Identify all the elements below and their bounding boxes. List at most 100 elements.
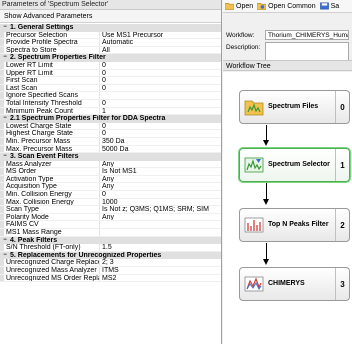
parameter-value[interactable] [100,229,221,236]
parameter-section-header: −4. Peak Filters [0,236,221,245]
parameter-value[interactable]: 0 [100,123,221,130]
workflow-label: Workflow: [226,32,255,39]
parameter-name: Scan Type [4,206,100,213]
parameter-value[interactable]: MS2 [100,275,221,282]
parameter-row: S/N Threshold (FT-only) 1.5 [0,244,221,252]
parameter-section-header: −1. General Settings [0,24,221,32]
parameter-value[interactable]: 1.5 [100,244,221,251]
parameter-row: Last Scan 0 [0,84,221,93]
node-label: CHIMERYS [268,280,305,287]
parameter-grid: −1. General Settings Precursor Selection U… [0,24,221,283]
parameter-value[interactable]: 0 [100,70,221,77]
parameter-value[interactable]: 5000 Da [100,146,221,153]
workflow-tree-title: Workflow Tree [223,60,352,71]
parameter-row: Precursor Selection Use MS1 Precursor [0,31,221,40]
workflow-node-chimerys[interactable]: CHIMERYS 3 [239,267,350,301]
parameter-value[interactable]: 1000 [100,199,221,206]
section-title: 1. General Settings [10,24,74,31]
connector-arrow [266,125,267,141]
parameter-name: Mass Analyzer [4,160,100,168]
parameter-name: Unrecognized MS Order Replacements [4,274,100,282]
open-folder-icon [225,3,234,10]
collapse-toggle-icon[interactable]: − [0,252,10,260]
parameter-row: Min. Precursor Mass 350 Da [0,137,221,146]
parameter-name: Unrecognized Charge Replacements [4,259,100,266]
parameter-name: Min. Collision Energy [4,191,100,198]
node-number: 0 [335,91,349,123]
workflow-tree-title-text: Workflow Tree [226,63,271,70]
parameter-name: Ignore Specified Scans [4,92,100,99]
parameter-name: Activation Type [4,175,100,183]
parameter-name: FAIMS CV [4,221,100,229]
open-button[interactable]: Open [225,2,253,10]
parameter-row: Spectra to Store All [0,46,221,55]
show-advanced-parameters-toggle[interactable]: Show Advanced Parameters [0,10,221,23]
parameter-value[interactable]: Automatic [100,39,221,46]
parameter-value[interactable]: 0 [100,191,221,198]
parameter-name: MS Order [4,168,100,175]
parameter-value[interactable]: 350 Da [100,138,221,145]
parameter-row: Unrecognized MS Order ReplacementsMS2 [0,274,221,283]
section-title: 3. Scan Event Filters [10,153,79,161]
parameter-value[interactable]: 0 [100,62,221,69]
spectrum-selector-icon [244,157,264,173]
open-common-button[interactable]: Open Common [257,2,316,10]
workflow-node-spectrum-files[interactable]: Spectrum Files 0 [239,90,350,124]
section-title: 2.1 Spectrum Properties Filter for DDA S… [10,115,166,123]
parameter-value[interactable]: Any [100,214,221,221]
save-button[interactable]: Sa [319,2,339,10]
parameter-value[interactable]: 1 [100,108,221,115]
parameter-row: Unrecognized Mass Analyzer ReplacementsI… [0,267,221,275]
parameter-row: Max. Collision Energy 1000 [0,198,221,207]
parameter-section-header: −3. Scan Event Filters [0,153,221,161]
parameter-value[interactable]: All [100,47,221,54]
parameter-value[interactable] [100,221,221,228]
parameter-name: Unrecognized Mass Analyzer Replacements [4,267,100,274]
parameter-value[interactable]: 0 [100,77,221,84]
parameter-row: Provide Profile Spectra Automatic [0,39,221,47]
parameter-value[interactable]: 2; 3 [100,259,221,266]
workflow-tree: Spectrum Files 0 Spectrum Selector 1 Top… [223,72,352,344]
open-common-label: Open Common [268,2,316,10]
parameter-value[interactable]: Any [100,176,221,183]
parameter-name: Last Scan [4,84,100,92]
workflow-node-top-n-peaks-filter[interactable]: Top N Peaks Filter 2 [239,208,350,242]
parameter-row: Scan Type Is Not z; Q3MS; Q1MS; SRM; SIM [0,206,221,214]
parameter-value[interactable]: 0 [100,85,221,92]
collapse-toggle-icon[interactable]: − [0,237,10,245]
parameter-name: MS1 Mass Range [4,229,100,236]
parameter-name: Lowest Charge State [4,122,100,130]
parameter-row: Lower RT Limit 0 [0,61,221,70]
parameter-row: Polarity Mode Any [0,213,221,222]
parameter-value[interactable]: Is Not z; Q3MS; Q1MS; SRM; SIM [100,206,221,213]
parameters-panel-title: Parameters of 'Spectrum Selector' [0,0,221,10]
workflow-node-spectrum-selector[interactable]: Spectrum Selector 1 [239,148,350,182]
connector-arrow [266,243,267,260]
description-label: Description: [226,44,261,51]
parameter-value[interactable]: Any [100,161,221,168]
parameter-section-header: −5. Replacements for Unrecognized Proper… [0,251,221,260]
parameter-value[interactable]: Use MS1 Precursor [100,32,221,39]
parameter-row: FAIMS CV [0,221,221,230]
parameter-value[interactable]: Is Not MS1 [100,168,221,175]
connector-arrow [266,183,267,200]
workflow-toolbar: Open Open Common Sa [223,0,352,13]
parameter-value[interactable]: Any [100,183,221,190]
collapse-toggle-icon[interactable]: − [0,54,10,62]
parameter-row: Unrecognized Charge Replacements2; 3 [0,259,221,267]
parameter-value[interactable]: ITMS [100,267,221,274]
section-title: 5. Replacements for Unrecognized Propert… [10,251,162,259]
collapse-toggle-icon[interactable]: − [0,24,10,32]
parameter-value[interactable] [100,92,221,99]
workflow-name-input[interactable]: Thorium_CHIMERYS_Human_ [265,30,349,40]
section-title: 2. Spectrum Properties Filter [10,54,106,62]
parameter-name: Min. Precursor Mass [4,137,100,145]
parameter-row: Ignore Specified Scans [0,92,221,100]
parameter-value[interactable]: 0 [100,100,221,107]
parameter-row: Activation Type Any [0,175,221,184]
parameter-value[interactable]: 0 [100,130,221,137]
collapse-toggle-icon[interactable]: − [0,153,10,161]
parameter-name: Spectra to Store [4,46,100,54]
node-number: 1 [335,149,349,181]
collapse-toggle-icon[interactable]: − [0,115,10,123]
